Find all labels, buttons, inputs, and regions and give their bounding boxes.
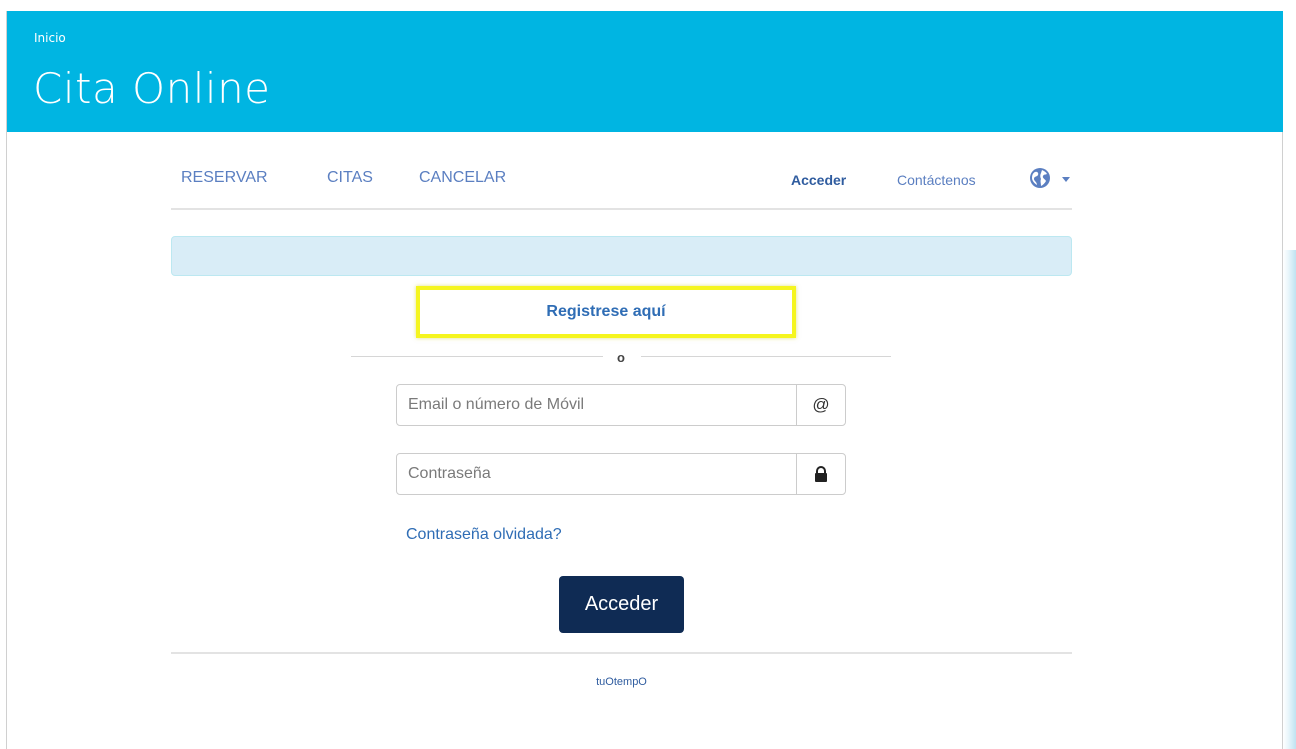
nav-item-cancelar[interactable]: CANCELAR: [419, 169, 506, 187]
email-field[interactable]: [397, 385, 796, 425]
lock-icon: [796, 454, 845, 494]
top-nav: RESERVAR CITAS CANCELAR Acceder Contácte…: [171, 132, 1072, 210]
scrollbar-edge[interactable]: [1283, 250, 1296, 749]
chevron-down-icon[interactable]: [1062, 177, 1070, 182]
nav-item-citas[interactable]: CITAS: [327, 169, 373, 187]
divider-line-left: [351, 356, 603, 357]
at-icon: @: [796, 385, 845, 425]
email-input-group: @: [396, 384, 846, 426]
register-link[interactable]: Registrese aquí: [546, 303, 665, 321]
page: Inicio Cita Online RESERVAR CITAS CANCEL…: [0, 0, 1296, 749]
register-highlight: Registrese aquí: [416, 286, 796, 338]
footer-brand: tuOtempO: [596, 676, 647, 688]
page-title: Cita Online: [33, 64, 271, 113]
header-banner: Inicio Cita Online: [7, 11, 1283, 132]
login-button[interactable]: Acceder: [559, 576, 684, 633]
breadcrumb-home[interactable]: Inicio: [34, 31, 66, 45]
divider-line-right: [641, 356, 891, 357]
footer-divider: [171, 652, 1072, 654]
password-field[interactable]: [397, 454, 796, 494]
nav-login-link[interactable]: Acceder: [791, 172, 846, 188]
nav-item-reservar[interactable]: RESERVAR: [181, 169, 268, 187]
globe-icon[interactable]: [1029, 167, 1051, 189]
main-container: RESERVAR CITAS CANCELAR Acceder Contácte…: [171, 132, 1072, 749]
divider-text: o: [617, 350, 625, 365]
password-input-group: [396, 453, 846, 495]
nav-contact-link[interactable]: Contáctenos: [897, 172, 976, 188]
info-alert: [171, 236, 1072, 276]
forgot-password-link[interactable]: Contraseña olvidada?: [406, 526, 562, 544]
